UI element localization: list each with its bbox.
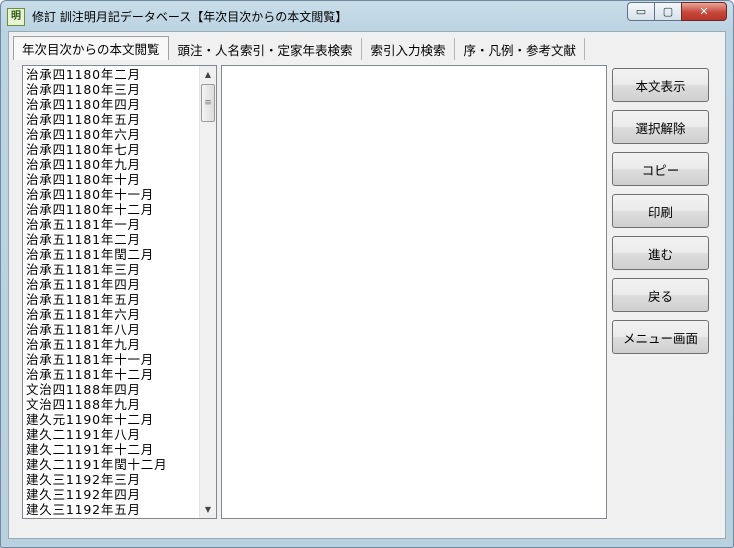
- tab-index-input-search[interactable]: 索引入力検索: [363, 38, 455, 60]
- list-item[interactable]: 建久三1192年五月: [26, 502, 198, 517]
- list-item[interactable]: 建久三1192年三月: [26, 472, 198, 487]
- maximize-button[interactable]: ▢: [654, 2, 681, 21]
- list-item[interactable]: 治承四1180年五月: [26, 112, 198, 127]
- body-text-area[interactable]: [221, 65, 607, 519]
- list-item[interactable]: 治承五1181年四月: [26, 277, 198, 292]
- list-item[interactable]: 治承五1181年三月: [26, 262, 198, 277]
- list-items: 治承四1180年二月 治承四1180年三月 治承四1180年四月 治承四1180年五月…: [26, 67, 198, 517]
- scroll-up-icon[interactable]: ▲: [200, 66, 216, 83]
- client-area: 年次目次からの本文閲覧 頭注・人名索引・定家年表検索 索引入力検索 序・凡例・参…: [8, 31, 726, 539]
- list-item[interactable]: 治承四1180年十一月: [26, 187, 198, 202]
- list-item[interactable]: 治承五1181年五月: [26, 292, 198, 307]
- list-item[interactable]: 建久二1191年八月: [26, 427, 198, 442]
- list-item[interactable]: 治承五1181年八月: [26, 322, 198, 337]
- list-item[interactable]: 治承五1181年二月: [26, 232, 198, 247]
- tab-yearly-index[interactable]: 年次目次からの本文閲覧: [13, 36, 169, 60]
- list-item[interactable]: 文治四1188年九月: [26, 397, 198, 412]
- tab-headnote-search[interactable]: 頭注・人名索引・定家年表検索: [170, 38, 362, 60]
- deselect-button[interactable]: 選択解除: [612, 110, 709, 144]
- scroll-down-icon[interactable]: ▼: [200, 501, 216, 518]
- minimize-button[interactable]: ▭: [627, 2, 654, 21]
- list-item[interactable]: 建久二1191年十二月: [26, 442, 198, 457]
- main-window: 明 修訂 訓注明月記データベース【年次目次からの本文閲覧】 ▭ ▢ ✕ 年次目次…: [0, 0, 734, 548]
- list-item[interactable]: 治承四1180年三月: [26, 82, 198, 97]
- tab-preface-references[interactable]: 序・凡例・参考文献: [456, 38, 586, 60]
- list-item[interactable]: 治承五1181年閏二月: [26, 247, 198, 262]
- list-item[interactable]: 治承四1180年二月: [26, 67, 198, 82]
- list-item[interactable]: 治承四1180年十月: [26, 172, 198, 187]
- list-item[interactable]: 建久三1192年四月: [26, 487, 198, 502]
- maximize-icon: ▢: [662, 5, 674, 18]
- list-item[interactable]: 建久元1190年十二月: [26, 412, 198, 427]
- print-button[interactable]: 印刷: [612, 194, 709, 228]
- list-item[interactable]: 治承四1180年十二月: [26, 202, 198, 217]
- close-icon: ✕: [699, 5, 709, 18]
- app-icon: 明: [7, 8, 25, 26]
- list-item[interactable]: 建久二1191年閏十二月: [26, 457, 198, 472]
- list-item[interactable]: 治承五1181年一月: [26, 217, 198, 232]
- close-button[interactable]: ✕: [681, 2, 727, 21]
- window-title: 修訂 訓注明月記データベース【年次目次からの本文閲覧】: [32, 10, 348, 24]
- minimize-icon: ▭: [635, 5, 647, 18]
- list-scrollbar[interactable]: ▲ ≡ ▼: [199, 66, 216, 518]
- show-text-button[interactable]: 本文表示: [612, 68, 709, 102]
- scroll-thumb[interactable]: ≡: [201, 84, 215, 122]
- back-button[interactable]: 戻る: [612, 278, 709, 312]
- list-item[interactable]: 治承四1180年九月: [26, 157, 198, 172]
- list-item[interactable]: 治承五1181年十二月: [26, 367, 198, 382]
- year-month-listbox[interactable]: 治承四1180年二月 治承四1180年三月 治承四1180年四月 治承四1180年五月…: [22, 65, 217, 519]
- list-item[interactable]: 治承五1181年九月: [26, 337, 198, 352]
- menu-screen-button[interactable]: メニュー画面: [612, 320, 709, 354]
- window-controls: ▭ ▢ ✕: [627, 2, 727, 21]
- list-item[interactable]: 文治四1188年四月: [26, 382, 198, 397]
- list-item[interactable]: 治承五1181年六月: [26, 307, 198, 322]
- list-item[interactable]: 治承四1180年七月: [26, 142, 198, 157]
- tab-bar: 年次目次からの本文閲覧 頭注・人名索引・定家年表検索 索引入力検索 序・凡例・参…: [13, 36, 586, 60]
- copy-button[interactable]: コピー: [612, 152, 709, 186]
- forward-button[interactable]: 進む: [612, 236, 709, 270]
- list-item[interactable]: 治承四1180年六月: [26, 127, 198, 142]
- list-item[interactable]: 治承五1181年十一月: [26, 352, 198, 367]
- list-item[interactable]: 治承四1180年四月: [26, 97, 198, 112]
- title-bar[interactable]: 明 修訂 訓注明月記データベース【年次目次からの本文閲覧】 ▭ ▢ ✕: [1, 1, 733, 31]
